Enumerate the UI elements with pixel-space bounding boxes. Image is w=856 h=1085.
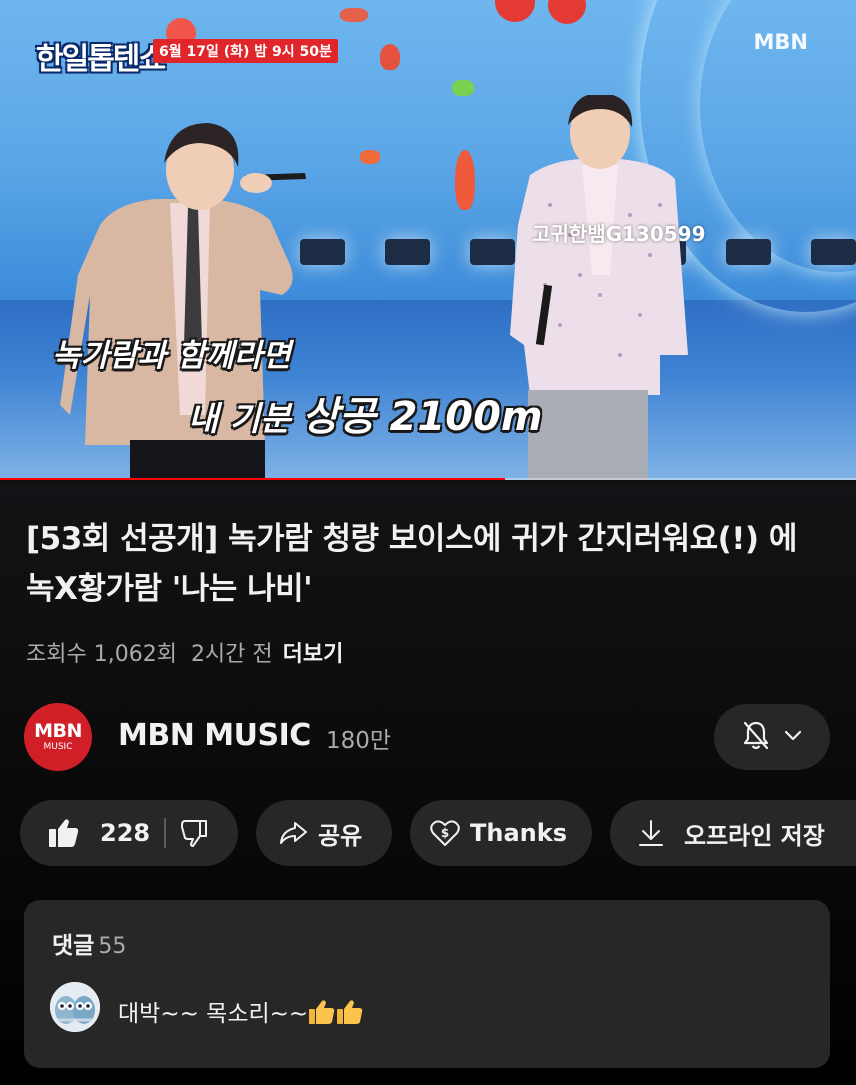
fruit-decoration [548, 0, 586, 24]
comments-title: 댓글 [52, 933, 95, 959]
video-info-panel: [53회 선공개] 녹가람 청량 보이스에 귀가 간지러워요(!) 에녹X황가람… [0, 484, 856, 1085]
air-time-badge: 6월 17일 (화) 밤 9시 50분 [153, 39, 338, 63]
like-count[interactable]: 228 [100, 819, 150, 847]
thanks-label: Thanks [470, 819, 567, 847]
share-button[interactable]: 공유 [256, 800, 392, 866]
leaf-decoration [380, 44, 400, 70]
subscriber-count: 180만 [326, 728, 392, 754]
video-title[interactable]: [53회 선공개] 녹가람 청량 보이스에 귀가 간지러워요(!) 에녹X황가람… [26, 514, 806, 614]
top-comment-text: 대박~~ 목소리~~ [118, 1001, 309, 1027]
fruit-decoration [495, 0, 535, 22]
bell-off-icon [741, 719, 771, 755]
video-progress-bar[interactable] [0, 478, 856, 480]
subtitle-line-1: 녹가람과 함께라면 [52, 338, 291, 374]
leaf-decoration [340, 8, 368, 22]
thumbs-up-emoji-icon [336, 999, 364, 1031]
download-button[interactable]: 오프라인 저장 [610, 800, 856, 866]
subtitle-line-2: 내 기분 상공 2100m [188, 384, 543, 442]
leaf-decoration [360, 150, 380, 164]
like-divider [164, 818, 167, 848]
view-count: 조회수 1,062회 [26, 642, 177, 667]
channel-avatar[interactable]: MBN MUSIC [24, 703, 92, 771]
thumbs-down-icon[interactable] [180, 819, 208, 847]
thumbs-up-emoji-icon [308, 999, 336, 1031]
commenter-avatar [50, 982, 100, 1032]
show-logo: 한일톱텐쇼 [36, 42, 166, 77]
channel-row: MBN MUSIC MBN MUSIC 180만 [24, 702, 834, 772]
top-comment: 대박~~ 목소리~~ [118, 994, 364, 1031]
notification-settings-button[interactable] [714, 704, 830, 770]
video-metadata[interactable]: 조회수 1,062회 2시간 전 더보기 [26, 636, 343, 668]
subtitle-line-2-prefix: 내 기분 [188, 399, 303, 438]
upload-time: 2시간 전 [190, 642, 273, 667]
action-buttons-row: 228 공유 $ Thanks 오프라인 저장 [20, 800, 856, 870]
svg-text:$: $ [441, 826, 449, 840]
leaf-decoration [452, 80, 474, 96]
comments-header: 댓글 55 [52, 926, 126, 960]
comments-teaser[interactable]: 댓글 55 대박~~ 목소리~~ [24, 900, 830, 1068]
download-label: 오프라인 저장 [684, 821, 825, 850]
share-label: 공유 [318, 821, 363, 850]
thumbs-up-icon[interactable] [48, 818, 80, 848]
user-watermark: 고귀한뱀G130599 [532, 222, 706, 246]
thanks-button[interactable]: $ Thanks [410, 800, 592, 866]
broadcaster-watermark: MBN [753, 30, 808, 54]
channel-avatar-logo-text: MBN [34, 720, 82, 742]
carrot-decoration [455, 150, 475, 210]
chevron-down-icon [783, 728, 803, 747]
like-dislike-group: 228 [20, 800, 238, 866]
share-icon [278, 820, 308, 846]
channel-avatar-sub-text: MUSIC [43, 742, 73, 752]
more-link[interactable]: 더보기 [283, 642, 344, 667]
subtitle-line-2-emphasis: 상공 2100m [302, 394, 543, 440]
comments-count: 55 [98, 934, 127, 959]
heart-dollar-icon: $ [430, 819, 460, 847]
download-icon [638, 818, 664, 848]
channel-name[interactable]: MBN MUSIC [118, 718, 311, 753]
video-player[interactable]: 한일톱텐쇼 6월 17일 (화) 밤 9시 50분 MBN 고귀한뱀G13059… [0, 0, 856, 480]
video-progress-fill [0, 478, 506, 480]
